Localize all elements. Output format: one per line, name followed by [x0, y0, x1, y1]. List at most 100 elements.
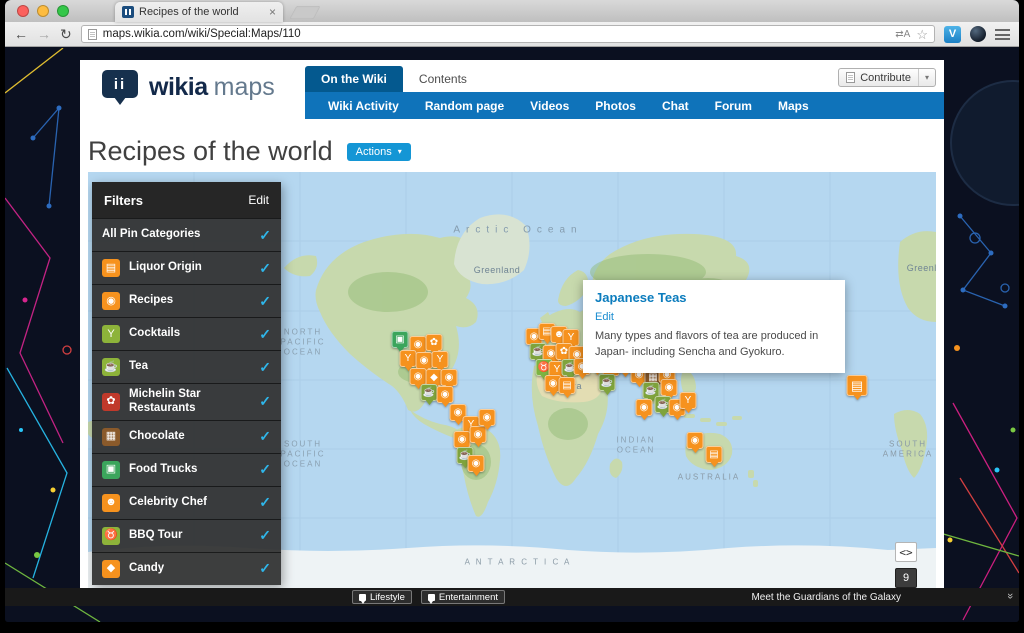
- actions-button[interactable]: Actions ▾: [347, 143, 411, 161]
- map-pin-recipe[interactable]: ◉: [437, 386, 454, 403]
- popup-description: Many types and flavors of tea are produc…: [595, 329, 833, 361]
- nav-item-videos[interactable]: Videos: [517, 99, 582, 113]
- nav-item-wiki-activity[interactable]: Wiki Activity: [315, 99, 412, 113]
- filter-row-all-categories[interactable]: All Pin Categories✓: [92, 218, 281, 251]
- map-pin-cocktail[interactable]: Y: [680, 392, 697, 409]
- map-pin-cocktail[interactable]: Y: [432, 351, 449, 368]
- filters-title: Filters: [104, 193, 143, 208]
- site-tab-contents[interactable]: Contents: [403, 66, 483, 92]
- check-icon[interactable]: ✓: [259, 527, 271, 544]
- filter-row-recipe[interactable]: ◉ Recipes ✓: [92, 284, 281, 317]
- zoom-control[interactable]: 9: [895, 568, 917, 588]
- map-pin-recipe[interactable]: ◉: [636, 399, 653, 416]
- browser-menu-icon[interactable]: [995, 29, 1010, 40]
- nav-item-random-page[interactable]: Random page: [412, 99, 517, 113]
- filter-label: Tea: [129, 360, 250, 374]
- browser-window: Recipes of the world × ← → ↻ maps.wikia.…: [5, 0, 1019, 622]
- filter-row-chocolate[interactable]: ▦ Chocolate ✓: [92, 420, 281, 453]
- nav-item-chat[interactable]: Chat: [649, 99, 702, 113]
- extension-globe-icon[interactable]: [970, 26, 986, 42]
- bookmark-star-icon[interactable]: ☆: [916, 28, 928, 41]
- map-pin-tea[interactable]: ☕: [599, 374, 616, 391]
- check-icon[interactable]: ✓: [259, 494, 271, 511]
- wikia-maps-logo[interactable]: ii wikiamaps: [102, 70, 275, 106]
- cocktail-icon: Y: [102, 325, 120, 343]
- filter-row-michelin[interactable]: ✿Michelin Star Restaurants✓: [92, 383, 281, 420]
- map-pin-recipe[interactable]: ◉: [416, 352, 433, 369]
- filter-row-bbq[interactable]: ♉BBQ Tour✓: [92, 519, 281, 552]
- filters-edit-button[interactable]: Edit: [248, 193, 269, 207]
- map-pin-recipe[interactable]: ◉: [661, 379, 678, 396]
- check-icon[interactable]: ✓: [259, 359, 271, 376]
- footer-shortcut-lifestyle[interactable]: Lifestyle: [352, 590, 412, 604]
- check-icon[interactable]: ✓: [259, 227, 271, 244]
- filter-row-truck[interactable]: ▣Food Trucks✓: [92, 453, 281, 486]
- filter-row-liquor[interactable]: ▤Liquor Origin✓: [92, 251, 281, 284]
- map-pin-liquor[interactable]: ▤: [559, 377, 576, 394]
- browser-titlebar: Recipes of the world ×: [5, 0, 1019, 22]
- map-pin-cocktail[interactable]: Y: [400, 350, 417, 367]
- check-icon[interactable]: ✓: [259, 428, 271, 445]
- footer-shortcut-label: Lifestyle: [370, 592, 405, 603]
- map-pin-truck[interactable]: ▣: [392, 331, 409, 348]
- url-text: maps.wikia.com/wiki/Special:Maps/110: [103, 28, 890, 40]
- nav-item-maps[interactable]: Maps: [765, 99, 822, 113]
- filter-label: Michelin Star Restaurants: [129, 388, 250, 416]
- new-tab-button[interactable]: [290, 6, 321, 19]
- check-icon[interactable]: ✓: [259, 393, 271, 410]
- brand-text: wikiamaps: [149, 73, 275, 102]
- filter-list: All Pin Categories✓▤Liquor Origin✓◉Recip…: [92, 218, 281, 585]
- chocolate-icon: ▦: [102, 428, 120, 446]
- popup-title-link[interactable]: Japanese Teas: [595, 290, 833, 305]
- nav-item-photos[interactable]: Photos: [582, 99, 649, 113]
- minimize-window-button[interactable]: [37, 5, 49, 17]
- tea-icon: ☕: [102, 358, 120, 376]
- forward-button[interactable]: →: [37, 27, 51, 41]
- check-icon[interactable]: ✓: [259, 461, 271, 478]
- map-pin-recipe[interactable]: ◉: [479, 409, 496, 426]
- chef-icon: ☻: [102, 494, 120, 512]
- check-icon[interactable]: ✓: [259, 260, 271, 277]
- map-pin-liquor[interactable]: ▤: [847, 375, 868, 396]
- page-title: Recipes of the world: [88, 136, 333, 167]
- reload-button[interactable]: ↻: [60, 27, 72, 41]
- filter-label: Food Trucks: [129, 463, 250, 477]
- translate-icon[interactable]: ⇄A: [895, 29, 910, 40]
- map-pin-michelin[interactable]: ✿: [426, 334, 443, 351]
- filter-row-candy[interactable]: ◆Candy✓: [92, 552, 281, 585]
- map-pin-liquor[interactable]: ▤: [706, 446, 723, 463]
- close-window-button[interactable]: [17, 5, 29, 17]
- zoom-window-button[interactable]: [57, 5, 69, 17]
- check-icon[interactable]: ✓: [259, 560, 271, 577]
- world-map[interactable]: Arctic OceanGreenlandGreenlandNORTHPACIF…: [88, 172, 936, 588]
- map-pin-recipe[interactable]: ◉: [468, 455, 485, 472]
- site-tab-on-the-wiki[interactable]: On the Wiki: [305, 66, 403, 92]
- filter-label: Recipes: [129, 294, 250, 308]
- check-icon[interactable]: ✓: [259, 326, 271, 343]
- footer-shortcut-entertainment[interactable]: Entertainment: [421, 590, 505, 604]
- recipe-icon: ◉: [102, 292, 120, 310]
- map-pin-recipe[interactable]: ◉: [687, 432, 704, 449]
- map-pin-tea[interactable]: ☕: [421, 384, 438, 401]
- filter-row-cocktail[interactable]: YCocktails✓: [92, 317, 281, 350]
- page-icon: [88, 29, 97, 40]
- nav-item-forum[interactable]: Forum: [702, 99, 765, 113]
- collapse-toolbar-icon[interactable]: »: [1004, 593, 1016, 599]
- map-pin-recipe[interactable]: ◉: [441, 369, 458, 386]
- promo-link[interactable]: Meet the Guardians of the Galaxy: [751, 592, 901, 603]
- tab-close-icon[interactable]: ×: [269, 6, 276, 18]
- check-icon[interactable]: ✓: [259, 293, 271, 310]
- filter-row-chef[interactable]: ☻Celebrity Chef✓: [92, 486, 281, 519]
- popup-edit-link[interactable]: Edit: [595, 311, 614, 323]
- map-pin-recipe[interactable]: ◉: [410, 368, 427, 385]
- filter-row-tea[interactable]: ☕ Tea ✓: [92, 350, 281, 383]
- back-button[interactable]: ←: [14, 27, 28, 41]
- browser-tab[interactable]: Recipes of the world ×: [115, 2, 283, 22]
- address-bar[interactable]: maps.wikia.com/wiki/Special:Maps/110 ⇄A …: [81, 25, 935, 43]
- map-pin-recipe[interactable]: ◉: [454, 431, 471, 448]
- extension-v-icon[interactable]: V: [944, 26, 961, 43]
- filter-label: Chocolate: [129, 430, 250, 444]
- embed-map-button[interactable]: <>: [895, 542, 917, 562]
- contribute-button[interactable]: Contribute ▾: [838, 68, 936, 87]
- filter-label: Liquor Origin: [129, 261, 250, 275]
